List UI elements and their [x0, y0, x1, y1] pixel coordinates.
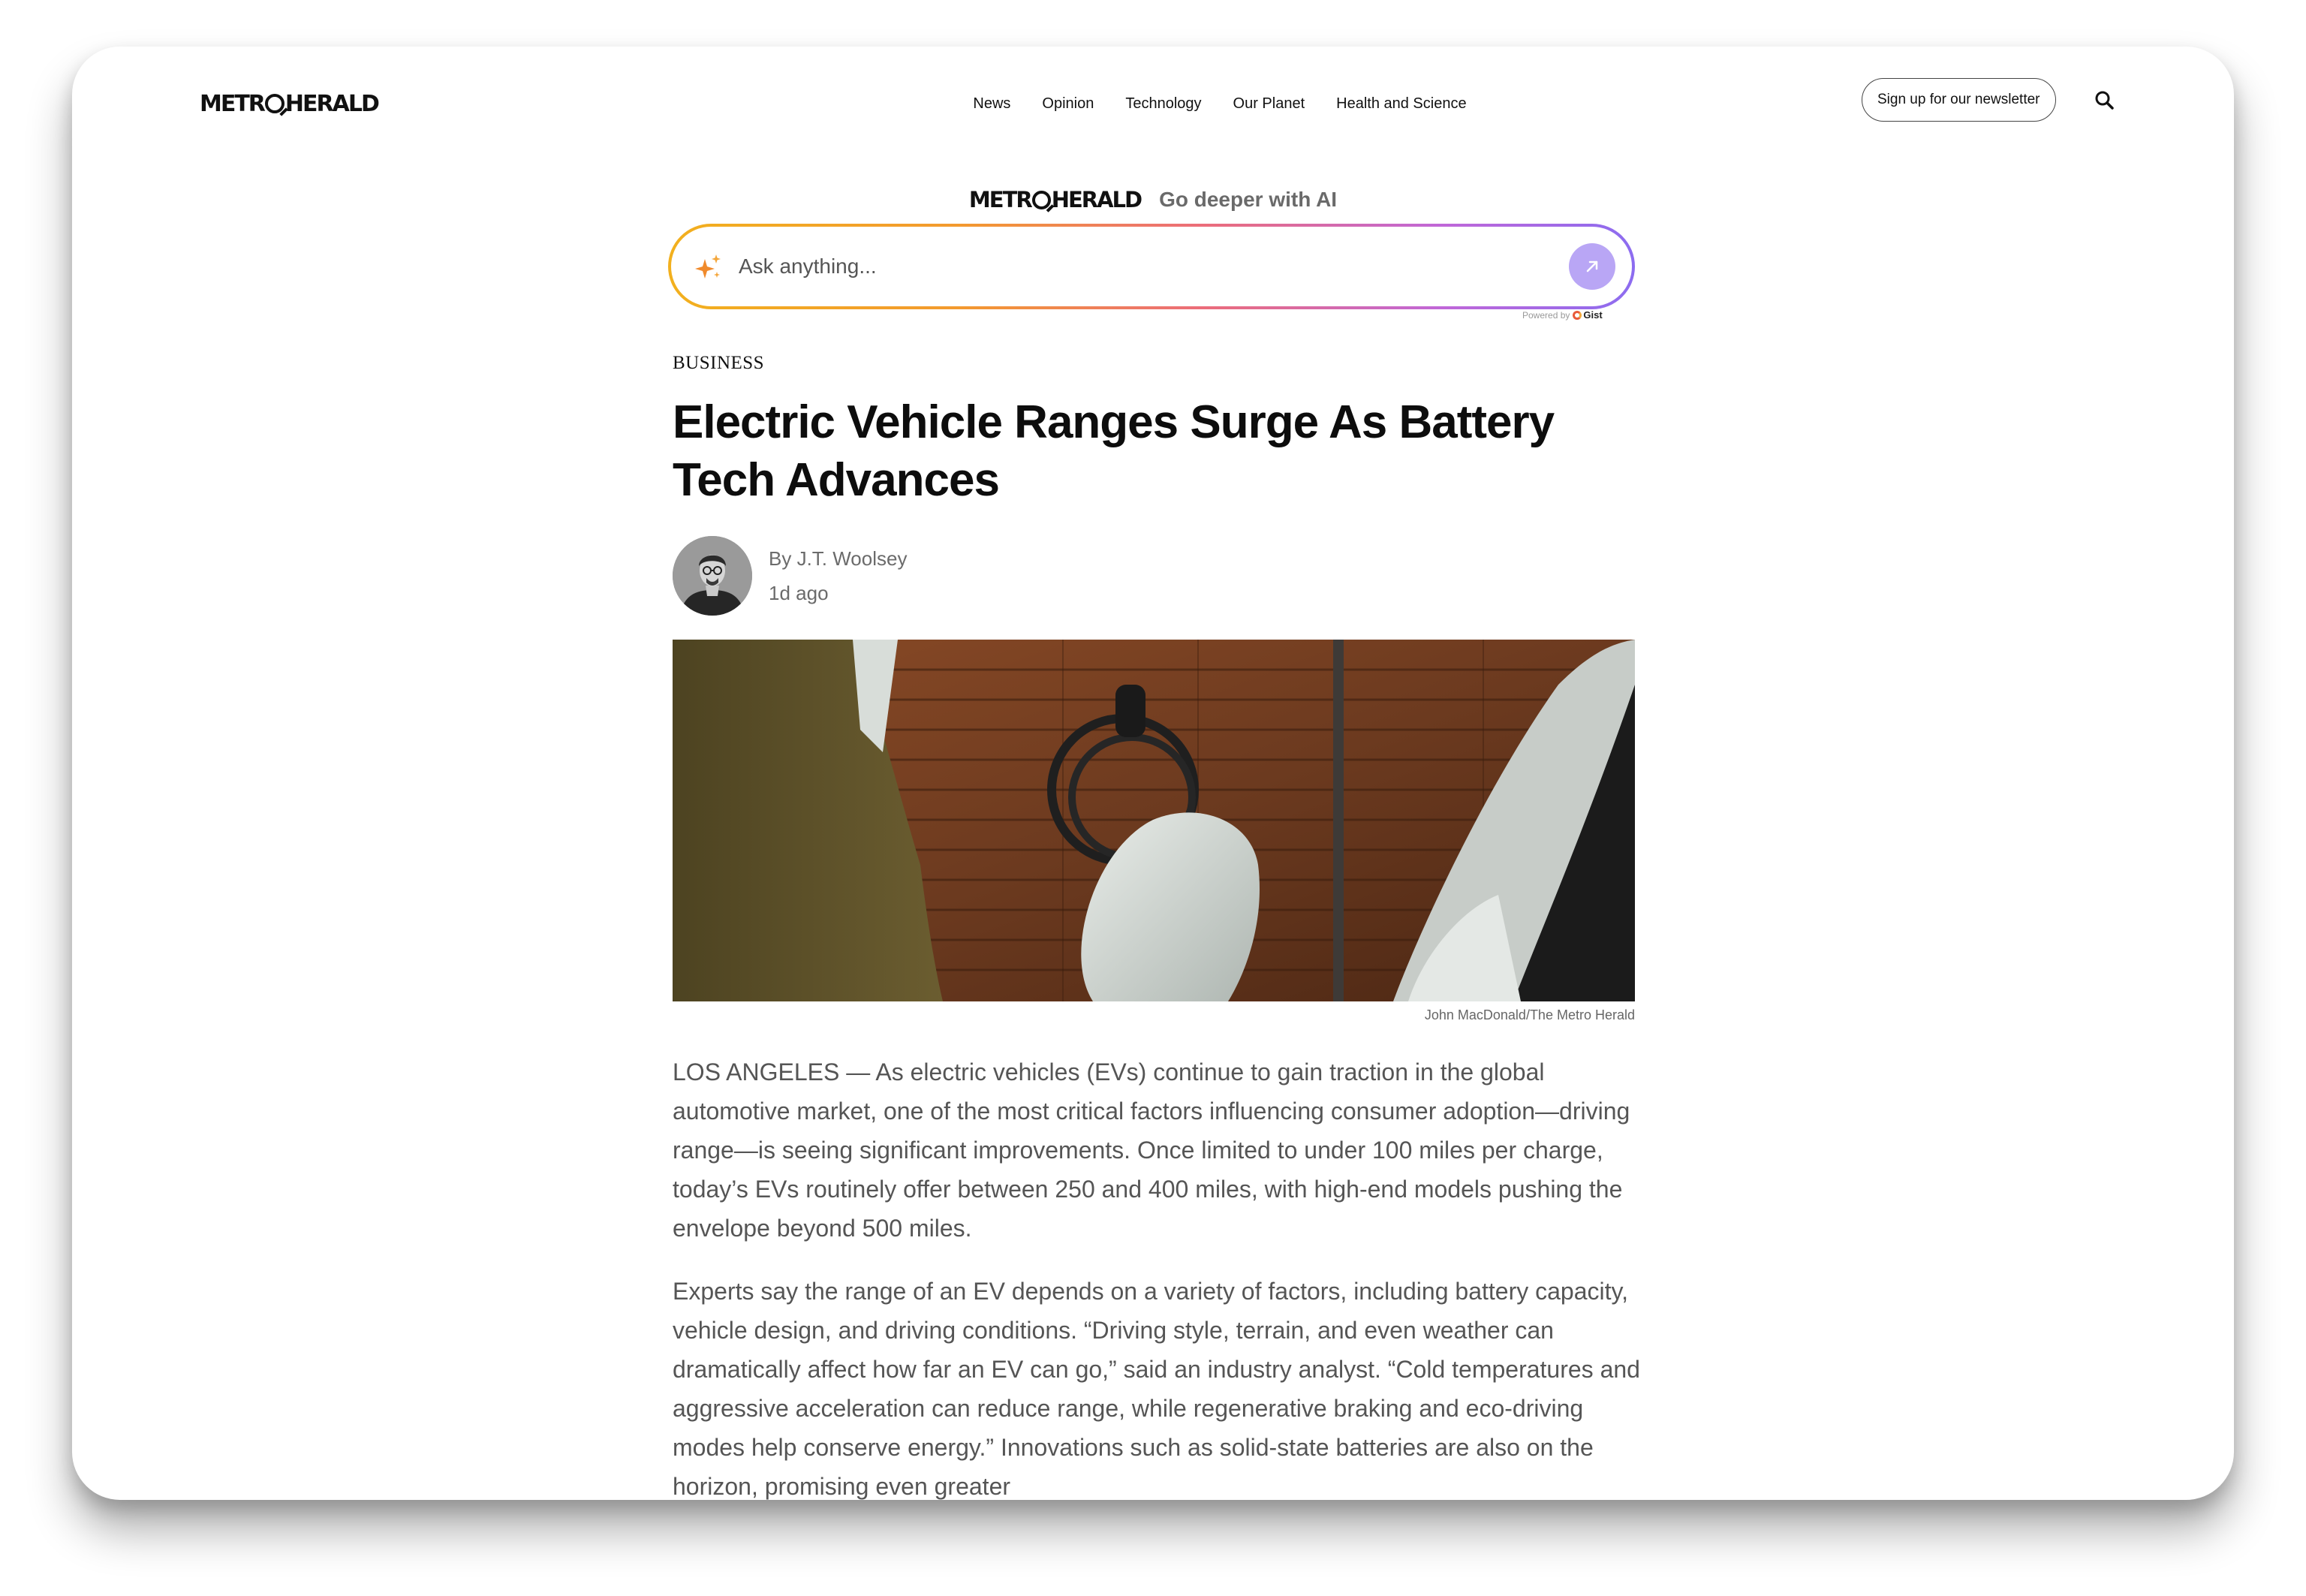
- nav-item-health-and-science[interactable]: Health and Science: [1336, 90, 1466, 117]
- ai-header: METR HERALD Go deeper with AI: [72, 185, 2234, 215]
- arrow-up-right-icon: [1586, 260, 1598, 273]
- ev-charging-photo: [673, 640, 1635, 1001]
- gist-brand-label: Gist: [1583, 309, 1603, 321]
- ai-logo-text-left: METR: [968, 187, 1033, 212]
- hero-image: [673, 640, 1635, 1001]
- article-section-label[interactable]: BUSINESS: [673, 353, 764, 374]
- article-body: LOS ANGELES — As electric vehicles (EVs)…: [673, 1052, 1641, 1500]
- newsletter-signup-button[interactable]: Sign up for our newsletter: [1862, 78, 2056, 122]
- ai-logo-text-right: HERALD: [1051, 187, 1142, 212]
- ai-tagline: Go deeper with AI: [1159, 188, 1338, 211]
- gist-brand: Gist: [1573, 309, 1603, 321]
- article-paragraph: LOS ANGELES — As electric vehicles (EVs)…: [673, 1058, 1630, 1242]
- magnifier-logo-icon: [1031, 190, 1051, 209]
- article-paragraph: Experts say the range of an EV depends o…: [673, 1278, 1640, 1500]
- article-headline: Electric Vehicle Ranges Surge As Battery…: [673, 396, 1555, 506]
- browser-window: METR HERALD News Opinion Technology Our P…: [72, 47, 2234, 1500]
- image-caption: John MacDonald/The Metro Herald: [1424, 1007, 1635, 1022]
- nav-item-technology[interactable]: Technology: [1125, 90, 1201, 117]
- nav-item-our-planet[interactable]: Our Planet: [1233, 90, 1305, 117]
- byline-text: By J.T. Woolsey 1d ago: [769, 546, 907, 606]
- nav-item-news[interactable]: News: [973, 90, 1010, 117]
- author-photo: [673, 536, 752, 616]
- ai-submit-button[interactable]: [1569, 243, 1615, 290]
- author-avatar[interactable]: [673, 536, 752, 616]
- ai-search-box: [668, 224, 1635, 309]
- sparkle-icon: [695, 254, 721, 279]
- ai-search-input[interactable]: [737, 254, 1491, 279]
- nav-item-opinion[interactable]: Opinion: [1042, 90, 1094, 117]
- gist-logo-icon: [1573, 310, 1582, 320]
- publish-time: 1d ago: [769, 582, 829, 604]
- ai-brand-logo: METR HERALD: [968, 185, 1142, 215]
- byline: By J.T. Woolsey 1d ago: [673, 536, 907, 616]
- ai-search-inner: [671, 227, 1632, 306]
- author-name[interactable]: By J.T. Woolsey: [769, 546, 907, 571]
- powered-by: Powered by Gist: [1522, 309, 1620, 321]
- search-icon[interactable]: [2091, 87, 2118, 114]
- powered-by-label: Powered by: [1522, 309, 1570, 321]
